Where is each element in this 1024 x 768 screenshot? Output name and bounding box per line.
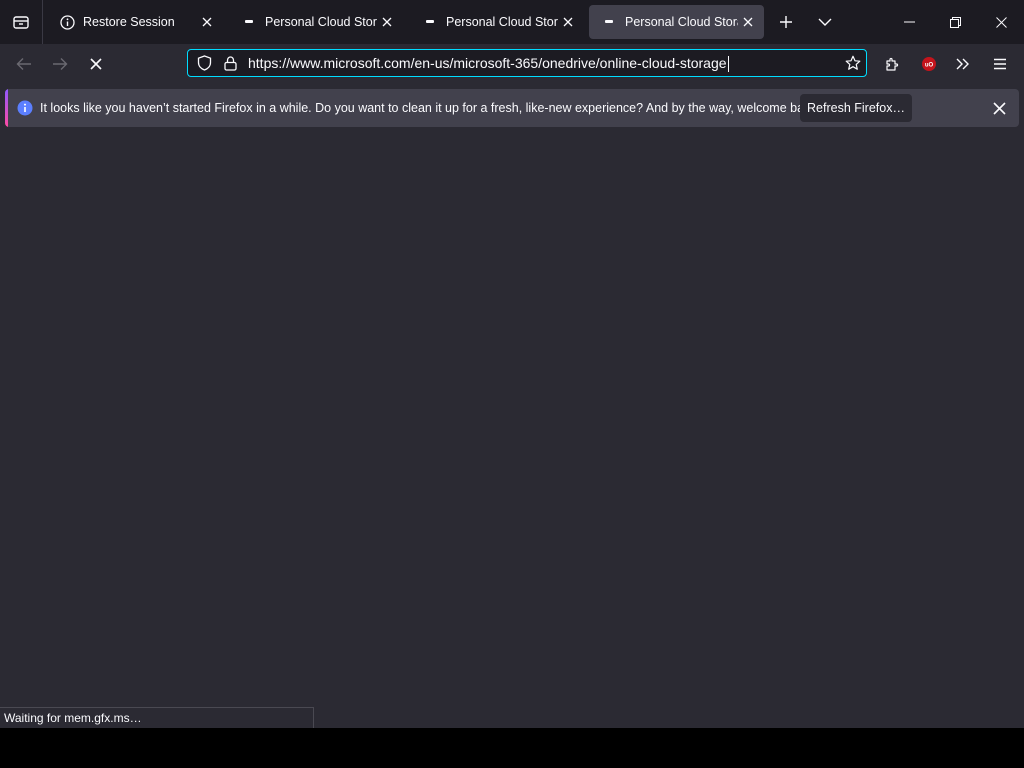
close-notification-button[interactable]	[987, 96, 1011, 120]
app-menu-button[interactable]	[984, 48, 1016, 80]
url-bar[interactable]: https://www.microsoft.com/en-us/microsof…	[187, 49, 867, 77]
text-caret	[727, 56, 729, 73]
svg-text:uO: uO	[925, 63, 934, 69]
page-icon	[422, 14, 438, 30]
browser-window: Restore Session Personal Cloud Storage –…	[0, 0, 1024, 728]
list-all-tabs-button[interactable]	[811, 8, 839, 36]
close-tab-icon[interactable]	[377, 12, 397, 32]
minimize-icon	[903, 21, 915, 23]
restore-icon	[949, 16, 961, 28]
page-icon	[601, 14, 617, 30]
lock-icon[interactable]	[218, 51, 242, 75]
taskbar	[0, 728, 1024, 768]
forward-button[interactable]	[44, 48, 76, 80]
close-tab-icon[interactable]	[738, 12, 758, 32]
navigation-toolbar: https://www.microsoft.com/en-us/microsof…	[0, 44, 1024, 84]
tab-title: Personal Cloud Storage – Microsoft OneDr…	[446, 15, 558, 29]
tab-onedrive-active[interactable]: Personal Cloud Storage – Microsoft OneDr…	[589, 5, 764, 39]
extensions-button[interactable]	[877, 48, 909, 80]
tab-divider	[42, 0, 43, 44]
url-value: https://www.microsoft.com/en-us/microsof…	[248, 55, 727, 71]
back-button[interactable]	[8, 48, 40, 80]
close-icon	[992, 101, 1006, 115]
double-chevron-icon	[956, 58, 969, 70]
puzzle-icon	[886, 57, 899, 71]
page-icon	[241, 14, 257, 30]
chevron-down-icon	[818, 18, 832, 26]
firefox-view-button[interactable]	[0, 0, 42, 44]
info-icon	[59, 14, 75, 30]
star-icon	[845, 55, 861, 70]
plus-icon	[780, 16, 792, 28]
info-icon	[17, 100, 33, 116]
bookmark-star-button[interactable]	[841, 51, 865, 75]
status-panel: Waiting for mem.gfx.ms…	[0, 707, 314, 728]
firefox-view-icon	[13, 16, 29, 29]
arrow-left-icon	[16, 58, 31, 70]
minimize-button[interactable]	[886, 0, 932, 44]
tab-onedrive-2[interactable]: Personal Cloud Storage – Microsoft OneDr…	[410, 5, 584, 39]
page-content-area[interactable]	[0, 131, 1024, 728]
hamburger-icon	[994, 58, 1006, 70]
refresh-firefox-button[interactable]: Refresh Firefox…	[800, 94, 912, 122]
stop-icon	[90, 58, 102, 70]
url-text-field[interactable]: https://www.microsoft.com/en-us/microsof…	[248, 50, 729, 76]
stop-loading-button[interactable]	[80, 48, 112, 80]
tab-title: Personal Cloud Storage – Microsoft OneDr…	[625, 15, 738, 29]
tab-onedrive-1[interactable]: Personal Cloud Storage – Microsoft OneDr…	[229, 5, 403, 39]
notification-message: It looks like you haven’t started Firefo…	[40, 101, 821, 115]
tab-restore-session[interactable]: Restore Session	[47, 5, 223, 39]
tracking-protection-icon[interactable]	[192, 51, 216, 75]
arrow-right-icon	[53, 58, 68, 70]
close-tab-icon[interactable]	[197, 12, 217, 32]
ublock-origin-button[interactable]: uO	[913, 48, 945, 80]
tab-title: Personal Cloud Storage – Microsoft OneDr…	[265, 15, 377, 29]
notification-accent	[5, 89, 8, 127]
more-tools-button[interactable]	[947, 48, 979, 80]
ublock-icon: uO	[922, 57, 936, 71]
new-tab-button[interactable]	[772, 8, 800, 36]
close-icon	[995, 16, 1007, 28]
close-window-button[interactable]	[978, 0, 1024, 44]
tab-strip: Restore Session Personal Cloud Storage –…	[0, 0, 1024, 44]
refresh-firefox-notification: It looks like you haven’t started Firefo…	[5, 89, 1019, 127]
restore-button[interactable]	[932, 0, 978, 44]
tab-title: Restore Session	[83, 15, 175, 29]
close-tab-icon[interactable]	[558, 12, 578, 32]
